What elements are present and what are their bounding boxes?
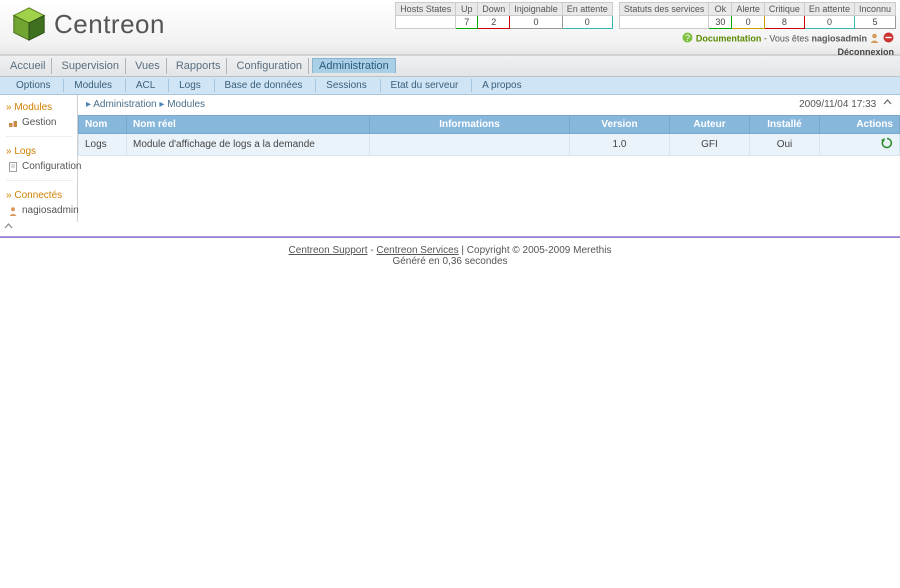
nav-configuration[interactable]: Configuration	[231, 58, 309, 74]
sidebar-item-label: nagiosadmin	[22, 205, 79, 216]
td-installe: Oui	[750, 134, 820, 156]
nav-accueil[interactable]: Accueil	[4, 58, 52, 74]
sidebar-item-gestion[interactable]: Gestion	[2, 115, 77, 130]
td-auteur: GFI	[670, 134, 750, 156]
crumb-modules[interactable]: Modules	[167, 99, 205, 110]
collapse-icon[interactable]	[883, 99, 892, 110]
sidebar-group-logs: Logs	[2, 143, 77, 159]
user-icon	[869, 32, 880, 46]
youare-label: Vous êtes	[769, 33, 809, 43]
sidebar-item-label: Configuration	[22, 161, 81, 172]
ss-val-unk[interactable]: 5	[854, 16, 895, 29]
header: Centreon Hosts States Up Down Injoignabl…	[0, 0, 900, 55]
ss-col-pend: En attente	[804, 3, 854, 16]
sidebar-group-modules: Modules	[2, 99, 77, 115]
td-version: 1.0	[570, 134, 670, 156]
ss-val-warn[interactable]: 0	[732, 16, 765, 29]
sidebar-group-connected: Connectés	[2, 187, 77, 203]
brand-logo[interactable]: Centreon	[10, 5, 165, 43]
sidebar-item-user[interactable]: nagiosadmin	[2, 203, 77, 218]
subnav-server[interactable]: Etat du serveur	[380, 79, 469, 92]
td-nomreel: Module d'affichage de logs a la demande	[127, 134, 370, 156]
subnav-about[interactable]: A propos	[471, 79, 531, 92]
page-icon	[8, 162, 18, 172]
ss-val-pend[interactable]: 0	[804, 16, 854, 29]
hs-col-unr: Injoignable	[510, 3, 563, 16]
hs-col-pend: En attente	[562, 3, 612, 16]
help-icon: ?	[682, 32, 693, 46]
nav-supervision[interactable]: Supervision	[56, 58, 126, 74]
th-nom[interactable]: Nom	[79, 116, 127, 134]
subnav-options[interactable]: Options	[6, 79, 60, 92]
hs-val-unr[interactable]: 0	[510, 16, 563, 29]
nav-vues[interactable]: Vues	[129, 58, 167, 74]
status-block: Hosts States Up Down Injoignable En atte…	[395, 2, 896, 29]
brand-name: Centreon	[54, 9, 165, 40]
th-version[interactable]: Version	[570, 116, 670, 134]
svg-text:?: ?	[685, 33, 690, 43]
reload-icon[interactable]	[881, 141, 893, 152]
ss-col-crit: Critique	[764, 3, 804, 16]
hs-col-down: Down	[478, 3, 510, 16]
subnav-sessions[interactable]: Sessions	[315, 79, 377, 92]
table-header-row: Nom Nom réel Informations Version Auteur…	[79, 116, 900, 134]
footer-services-link[interactable]: Centreon Services	[376, 245, 458, 256]
th-nomreel[interactable]: Nom réel	[127, 116, 370, 134]
ss-val-crit[interactable]: 8	[764, 16, 804, 29]
td-nom: Logs	[79, 134, 127, 156]
hs-col-up: Up	[456, 3, 478, 16]
td-actions	[820, 134, 900, 156]
content: Administration Modules 2009/11/04 17:33 …	[78, 95, 900, 222]
th-actions[interactable]: Actions	[820, 116, 900, 134]
ss-val-ok[interactable]: 30	[709, 16, 732, 29]
host-states-table: Hosts States Up Down Injoignable En atte…	[395, 2, 613, 29]
cube-icon	[10, 5, 48, 43]
sidebar-collapse-toggle[interactable]	[0, 222, 900, 236]
td-info	[370, 134, 570, 156]
subnav-modules[interactable]: Modules	[63, 79, 122, 92]
th-installe[interactable]: Installé	[750, 116, 820, 134]
crumb-administration[interactable]: Administration	[93, 99, 156, 110]
service-states-table: Statuts des services Ok Alerte Critique …	[619, 2, 896, 29]
footer-generated: Généré en 0,36 secondes	[0, 256, 900, 267]
timestamp: 2009/11/04 17:33	[799, 99, 876, 110]
logout-link[interactable]: Déconnexion	[837, 47, 894, 57]
body-layout: Modules Gestion Logs Configuration Conne…	[0, 95, 900, 222]
footer-copyright: | Copyright © 2005-2009 Merethis	[461, 245, 611, 256]
footer-support-link[interactable]: Centreon Support	[289, 245, 368, 256]
hs-val-pend[interactable]: 0	[562, 16, 612, 29]
nav-rapports[interactable]: Rapports	[170, 58, 228, 74]
subnav-db[interactable]: Base de données	[214, 79, 313, 92]
sub-nav: Options Modules ACL Logs Base de données…	[0, 77, 900, 95]
package-icon	[8, 118, 18, 128]
documentation-link[interactable]: Documentation	[696, 33, 762, 43]
sidebar-item-configuration[interactable]: Configuration	[2, 159, 77, 174]
hs-val-up[interactable]: 7	[456, 16, 478, 29]
th-auteur[interactable]: Auteur	[670, 116, 750, 134]
user-line: ? Documentation - Vous êtes nagiosadmin …	[682, 32, 894, 58]
sidebar-item-label: Gestion	[22, 117, 56, 128]
nav-administration[interactable]: Administration	[312, 58, 396, 73]
ss-col-unk: Inconnu	[854, 3, 895, 16]
current-user: nagiosadmin	[811, 33, 867, 43]
logout-icon[interactable]	[883, 32, 894, 46]
th-info[interactable]: Informations	[370, 116, 570, 134]
sidebar: Modules Gestion Logs Configuration Conne…	[0, 95, 78, 222]
ss-col-warn: Alerte	[732, 3, 765, 16]
user-icon	[8, 206, 18, 216]
main-nav: Accueil Supervision Vues Rapports Config…	[0, 55, 900, 77]
footer: Centreon Support - Centreon Services | C…	[0, 239, 900, 279]
table-row[interactable]: Logs Module d'affichage de logs a la dem…	[79, 134, 900, 156]
service-states-title: Statuts des services	[619, 3, 709, 16]
ss-col-ok: Ok	[709, 3, 732, 16]
modules-table: Nom Nom réel Informations Version Auteur…	[78, 115, 900, 156]
subnav-logs[interactable]: Logs	[168, 79, 211, 92]
hs-val-down[interactable]: 2	[478, 16, 510, 29]
breadcrumb-bar: Administration Modules 2009/11/04 17:33	[78, 95, 900, 113]
breadcrumb: Administration Modules	[86, 99, 205, 110]
subnav-acl[interactable]: ACL	[125, 79, 165, 92]
host-states-title: Hosts States	[396, 3, 456, 16]
